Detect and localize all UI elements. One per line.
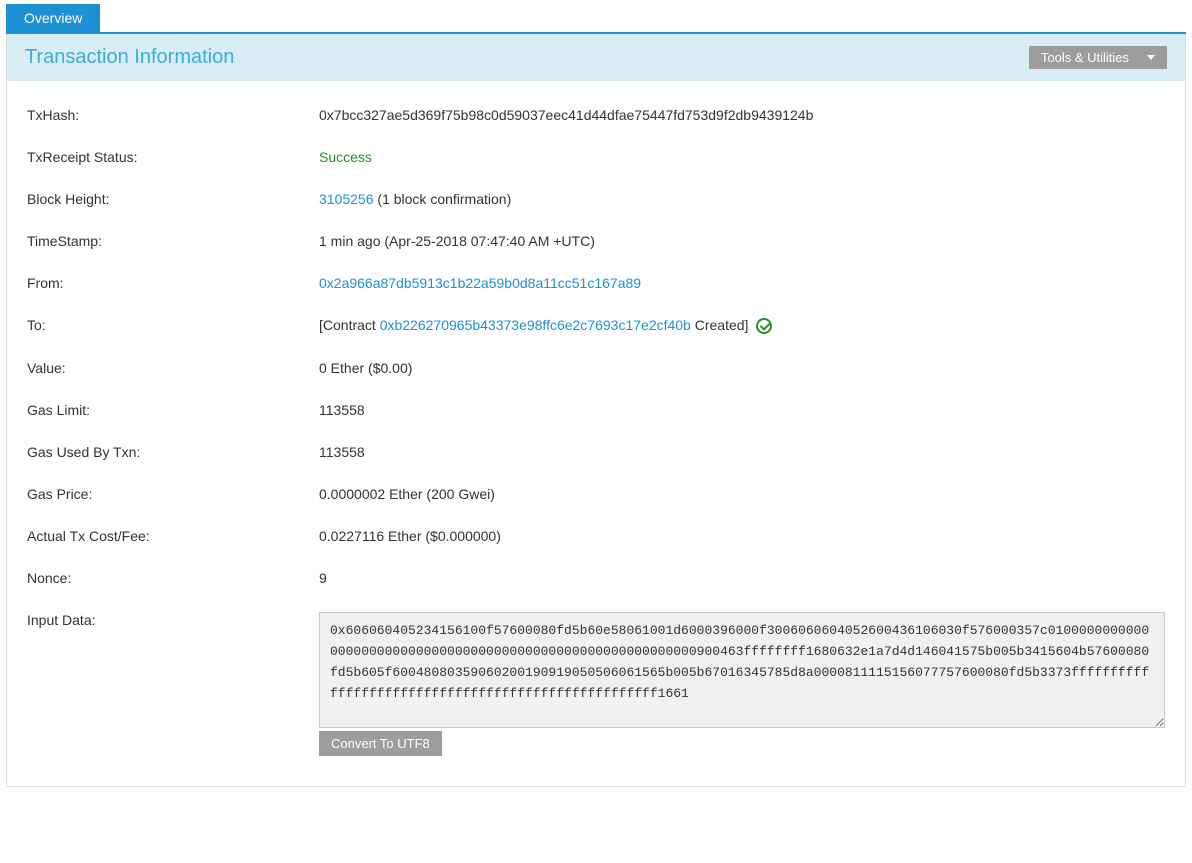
label-gasused: Gas Used By Txn: [27, 444, 319, 460]
label-cost: Actual Tx Cost/Fee: [27, 528, 319, 544]
value-input-wrap: Convert To UTF8 [319, 612, 1165, 756]
label-block: Block Height: [27, 191, 319, 207]
to-address-link[interactable]: 0xb226270965b43373e98ffc6e2c7693c17e2cf4… [380, 317, 691, 333]
label-from: From: [27, 275, 319, 291]
row-nonce: Nonce: 9 [27, 570, 1165, 586]
value-nonce: 9 [319, 570, 1165, 586]
to-suffix: Created] [691, 317, 752, 333]
value-cost: 0.0227116 Ether ($0.000000) [319, 528, 1165, 544]
label-nonce: Nonce: [27, 570, 319, 586]
label-input: Input Data: [27, 612, 319, 628]
tab-bar: Overview [6, 4, 1186, 34]
row-gaslimit: Gas Limit: 113558 [27, 402, 1165, 418]
panel-header: Transaction Information Tools & Utilitie… [7, 34, 1185, 81]
convert-utf8-button[interactable]: Convert To UTF8 [319, 731, 442, 756]
label-gaslimit: Gas Limit: [27, 402, 319, 418]
block-height-link[interactable]: 3105256 [319, 191, 374, 207]
value-gaslimit: 113558 [319, 402, 1165, 418]
row-txhash: TxHash: 0x7bcc327ae5d369f75b98c0d59037ee… [27, 107, 1165, 123]
row-gasprice: Gas Price: 0.0000002 Ether (200 Gwei) [27, 486, 1165, 502]
value-from: 0x2a966a87db5913c1b22a59b0d8a11cc51c167a… [319, 275, 1165, 291]
caret-down-icon [1147, 55, 1155, 60]
value-gasprice: 0.0000002 Ether (200 Gwei) [319, 486, 1165, 502]
value-value: 0 Ether ($0.00) [319, 360, 1165, 376]
label-timestamp: TimeStamp: [27, 233, 319, 249]
row-gasused: Gas Used By Txn: 113558 [27, 444, 1165, 460]
value-to: [Contract 0xb226270965b43373e98ffc6e2c76… [319, 317, 1165, 334]
tools-utilities-dropdown[interactable]: Tools & Utilities [1029, 46, 1167, 69]
tools-label: Tools & Utilities [1041, 50, 1129, 65]
row-timestamp: TimeStamp: 1 min ago (Apr-25-2018 07:47:… [27, 233, 1165, 249]
tab-overview[interactable]: Overview [6, 4, 100, 32]
value-status: Success [319, 149, 1165, 165]
row-cost: Actual Tx Cost/Fee: 0.0227116 Ether ($0.… [27, 528, 1165, 544]
row-to: To: [Contract 0xb226270965b43373e98ffc6e… [27, 317, 1165, 334]
value-gasused: 113558 [319, 444, 1165, 460]
value-timestamp: 1 min ago (Apr-25-2018 07:47:40 AM +UTC) [319, 233, 1165, 249]
row-value: Value: 0 Ether ($0.00) [27, 360, 1165, 376]
panel-title: Transaction Information [25, 46, 234, 69]
label-value: Value: [27, 360, 319, 376]
from-address-link[interactable]: 0x2a966a87db5913c1b22a59b0d8a11cc51c167a… [319, 275, 641, 291]
check-circle-icon [756, 318, 772, 334]
to-prefix: [Contract [319, 317, 380, 333]
label-txhash: TxHash: [27, 107, 319, 123]
value-block: 3105256 (1 block confirmation) [319, 191, 1165, 207]
label-gasprice: Gas Price: [27, 486, 319, 502]
panel-body: TxHash: 0x7bcc327ae5d369f75b98c0d59037ee… [7, 81, 1185, 786]
label-to: To: [27, 317, 319, 333]
value-txhash: 0x7bcc327ae5d369f75b98c0d59037eec41d44df… [319, 107, 1165, 123]
input-data-textarea[interactable] [319, 612, 1165, 728]
label-status: TxReceipt Status: [27, 149, 319, 165]
transaction-panel: Transaction Information Tools & Utilitie… [6, 34, 1186, 787]
row-block: Block Height: 3105256 (1 block confirmat… [27, 191, 1165, 207]
row-input: Input Data: Convert To UTF8 [27, 612, 1165, 756]
block-confirmations: (1 block confirmation) [374, 191, 512, 207]
row-from: From: 0x2a966a87db5913c1b22a59b0d8a11cc5… [27, 275, 1165, 291]
row-status: TxReceipt Status: Success [27, 149, 1165, 165]
